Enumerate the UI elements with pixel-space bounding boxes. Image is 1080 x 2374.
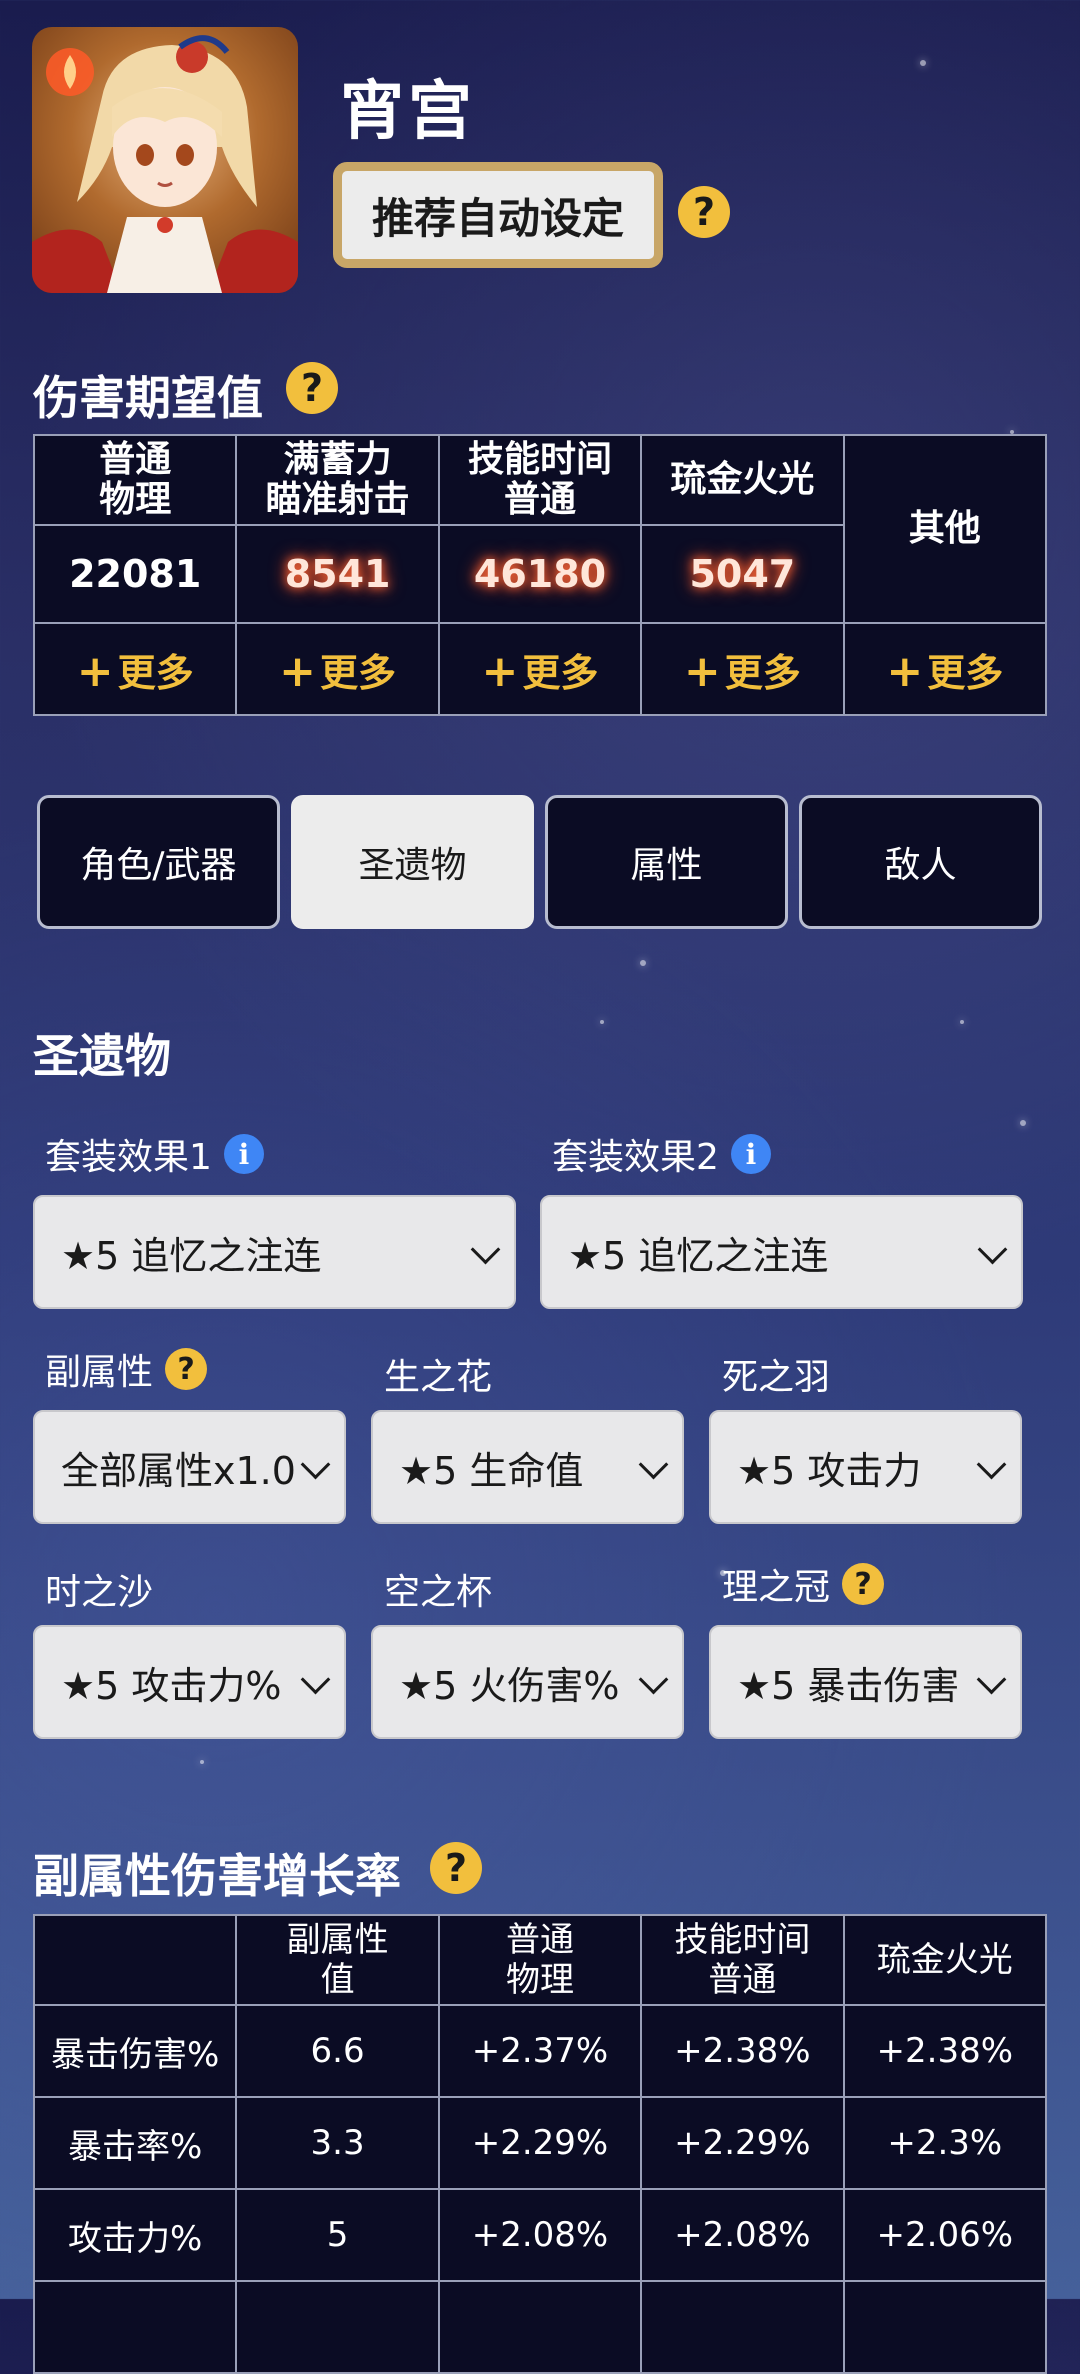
circlet-label-group: 理之冠 ? [722,1558,885,1610]
growth-cell: +2.3% [842,2096,1048,2190]
growth-cell: 5 [235,2188,440,2282]
table-row: 攻击力% 5 +2.08% +2.08% +2.06% [32,2188,1048,2282]
more-button[interactable]: + 更多 [32,622,238,716]
character-name: 宵宫 [340,75,476,149]
info-icon[interactable]: i [223,1134,264,1174]
question-icon[interactable]: ? [286,362,338,414]
growth-cell: +2.37% [437,2004,643,2098]
chevron-down-icon [300,1664,331,1695]
chevron-down-icon [976,1664,1007,1695]
tab-artifacts[interactable]: 圣遗物 [291,795,534,929]
plus-icon: + [279,645,317,697]
more-button[interactable]: + 更多 [235,622,440,716]
table-row: 暴击率% 3.3 +2.29% +2.29% +2.3% [32,2096,1048,2190]
more-button[interactable]: + 更多 [640,622,845,716]
growth-cell: 暴击伤害% [32,2004,238,2098]
growth-cell: +2.38% [640,2004,845,2098]
goblet-label: 空之杯 [384,1572,493,1613]
chevron-down-icon [638,1449,669,1480]
set2-label-group: 套装效果2 i [552,1128,771,1180]
tab-enemy[interactable]: 敌人 [799,795,1042,929]
growth-cell [640,2280,845,2374]
set1-select[interactable]: ★5 追忆之注连 [33,1195,516,1309]
chevron-down-icon [638,1664,669,1695]
tab-character-weapon[interactable]: 角色/武器 [37,795,280,929]
circlet-label: 理之冠 [722,1567,831,1608]
damage-header-normal-physical: 普通 物理 [32,434,238,526]
growth-cell: +2.29% [437,2096,643,2190]
growth-cell: 3.3 [235,2096,440,2190]
question-icon[interactable]: ? [430,1842,482,1894]
more-button[interactable]: + 更多 [842,622,1048,716]
info-icon[interactable]: i [730,1134,771,1174]
circlet-select[interactable]: ★5 暴击伤害 [709,1625,1022,1739]
growth-header: 普通 物理 [437,1914,643,2006]
set1-label-group: 套装效果1 i [45,1128,264,1180]
set2-select[interactable]: ★5 追忆之注连 [540,1195,1023,1309]
character-portrait-image [32,35,298,293]
growth-cell: 6.6 [235,2004,440,2098]
auto-setting-button[interactable]: 推荐自动设定 [333,162,663,268]
damage-section-title: 伤害期望值 [33,371,263,425]
damage-value: 22081 [32,524,238,624]
artifacts-section-title: 圣遗物 [33,1029,171,1083]
flower-label: 生之花 [384,1357,493,1398]
plume-select[interactable]: ★5 攻击力 [709,1410,1022,1524]
question-icon[interactable]: ? [678,186,730,238]
table-row: 暴击伤害% 6.6 +2.37% +2.38% +2.38% [32,2004,1048,2098]
flower-select[interactable]: ★5 生命值 [371,1410,684,1524]
growth-header: 技能时间 普通 [640,1914,845,2006]
sands-select[interactable]: ★5 攻击力% [33,1625,346,1739]
plume-label: 死之羽 [722,1357,831,1398]
growth-cell [842,2280,1048,2374]
substat-select[interactable]: 全部属性x1.0 [33,1410,346,1524]
question-icon[interactable]: ? [165,1348,208,1390]
damage-header-charged-aim: 满蓄力 瞄准射击 [235,434,440,526]
table-row [32,2280,1048,2374]
growth-cell: +2.08% [437,2188,643,2282]
chevron-down-icon [470,1234,501,1265]
question-icon[interactable]: ? [842,1563,885,1605]
chevron-down-icon [300,1449,331,1480]
substat-label: 副属性 [45,1352,154,1393]
damage-header-burst: 琉金火光 [640,434,845,526]
plus-icon: + [886,645,924,697]
growth-header: 琉金火光 [842,1914,1048,2006]
growth-cell [32,2280,238,2374]
chevron-down-icon [977,1234,1008,1265]
damage-header-skill-normal: 技能时间 普通 [437,434,643,526]
tab-attributes[interactable]: 属性 [545,795,788,929]
growth-cell: +2.29% [640,2096,845,2190]
set1-label: 套装效果1 [45,1137,212,1178]
sands-label: 时之沙 [45,1572,154,1613]
plus-icon: + [481,645,519,697]
damage-header-other: 其他 [842,434,1048,624]
growth-cell: +2.06% [842,2188,1048,2282]
set2-label: 套装效果2 [552,1137,719,1178]
growth-cell [235,2280,440,2374]
character-avatar [32,27,298,293]
chevron-down-icon [976,1449,1007,1480]
damage-value: 8541 [235,524,440,624]
growth-header: 副属性 值 [235,1914,440,2006]
more-button[interactable]: + 更多 [437,622,643,716]
growth-header [32,1914,238,2006]
growth-cell: +2.38% [842,2004,1048,2098]
substat-growth-table: 副属性 值 普通 物理 技能时间 普通 琉金火光 暴击伤害% 6.6 +2.37… [32,1914,1048,2374]
growth-cell: 攻击力% [32,2188,238,2282]
growth-cell [437,2280,643,2374]
substat-growth-title: 副属性伤害增长率 [33,1849,401,1903]
plus-icon: + [683,645,721,697]
pyro-element-icon [46,48,94,96]
substat-label-group: 副属性 ? [45,1343,208,1395]
goblet-select[interactable]: ★5 火伤害% [371,1625,684,1739]
damage-value: 5047 [640,524,845,624]
growth-cell: 暴击率% [32,2096,238,2190]
damage-table: 普通 物理 满蓄力 瞄准射击 技能时间 普通 琉金火光 其他 22081 854… [32,434,1048,716]
damage-value: 46180 [437,524,643,624]
plus-icon: + [76,645,114,697]
growth-cell: +2.08% [640,2188,845,2282]
